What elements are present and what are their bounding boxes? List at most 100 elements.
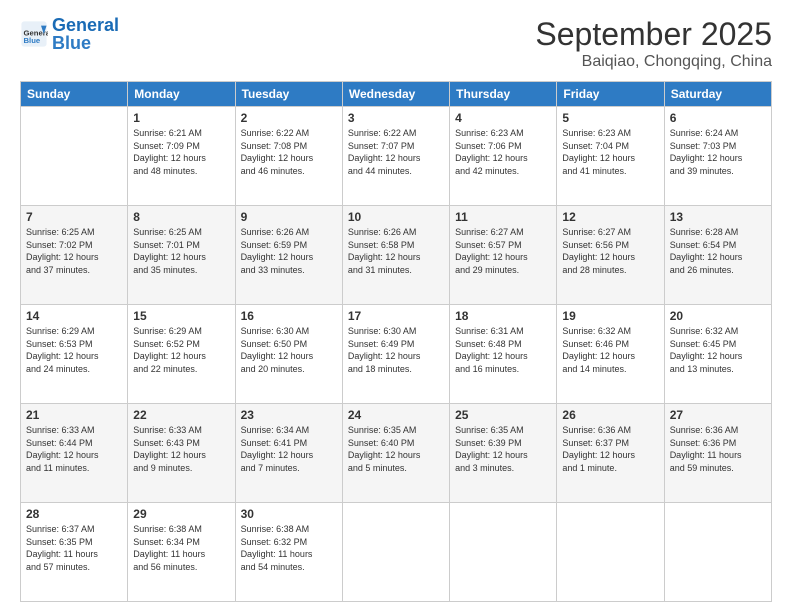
day-number: 3 (348, 111, 444, 125)
calendar-cell: 21 Sunrise: 6:33 AM Sunset: 6:44 PM Dayli… (21, 404, 128, 503)
day-number: 5 (562, 111, 658, 125)
day-info: Sunrise: 6:31 AM Sunset: 6:48 PM Dayligh… (455, 325, 551, 375)
header-wednesday: Wednesday (342, 82, 449, 107)
page: General Blue General Blue September 2025… (0, 0, 792, 612)
day-number: 8 (133, 210, 229, 224)
day-number: 28 (26, 507, 122, 521)
day-number: 20 (670, 309, 766, 323)
day-number: 27 (670, 408, 766, 422)
calendar-cell: 13 Sunrise: 6:28 AM Sunset: 6:54 PM Dayli… (664, 206, 771, 305)
day-info: Sunrise: 6:23 AM Sunset: 7:04 PM Dayligh… (562, 127, 658, 177)
calendar-cell: 28 Sunrise: 6:37 AM Sunset: 6:35 PM Dayli… (21, 503, 128, 602)
calendar-cell: 17 Sunrise: 6:30 AM Sunset: 6:49 PM Dayli… (342, 305, 449, 404)
location: Baiqiao, Chongqing, China (535, 53, 772, 71)
day-number: 4 (455, 111, 551, 125)
day-info: Sunrise: 6:37 AM Sunset: 6:35 PM Dayligh… (26, 523, 122, 573)
day-info: Sunrise: 6:30 AM Sunset: 6:49 PM Dayligh… (348, 325, 444, 375)
day-number: 16 (241, 309, 337, 323)
day-info: Sunrise: 6:35 AM Sunset: 6:40 PM Dayligh… (348, 424, 444, 474)
day-info: Sunrise: 6:33 AM Sunset: 6:43 PM Dayligh… (133, 424, 229, 474)
day-info: Sunrise: 6:28 AM Sunset: 6:54 PM Dayligh… (670, 226, 766, 276)
day-info: Sunrise: 6:36 AM Sunset: 6:36 PM Dayligh… (670, 424, 766, 474)
calendar-cell: 10 Sunrise: 6:26 AM Sunset: 6:58 PM Dayli… (342, 206, 449, 305)
day-number: 30 (241, 507, 337, 521)
calendar-cell: 1 Sunrise: 6:21 AM Sunset: 7:09 PM Daylig… (128, 107, 235, 206)
calendar-cell: 30 Sunrise: 6:38 AM Sunset: 6:32 PM Dayli… (235, 503, 342, 602)
day-info: Sunrise: 6:26 AM Sunset: 6:58 PM Dayligh… (348, 226, 444, 276)
day-info: Sunrise: 6:27 AM Sunset: 6:56 PM Dayligh… (562, 226, 658, 276)
calendar-cell: 5 Sunrise: 6:23 AM Sunset: 7:04 PM Daylig… (557, 107, 664, 206)
day-info: Sunrise: 6:36 AM Sunset: 6:37 PM Dayligh… (562, 424, 658, 474)
calendar-cell: 22 Sunrise: 6:33 AM Sunset: 6:43 PM Dayli… (128, 404, 235, 503)
calendar-cell (21, 107, 128, 206)
header-friday: Friday (557, 82, 664, 107)
day-info: Sunrise: 6:38 AM Sunset: 6:34 PM Dayligh… (133, 523, 229, 573)
day-number: 18 (455, 309, 551, 323)
calendar-cell: 14Sunrise: 6:29 AM Sunset: 6:53 PM Dayli… (21, 305, 128, 404)
day-info: Sunrise: 6:32 AM Sunset: 6:46 PM Dayligh… (562, 325, 658, 375)
day-number: 29 (133, 507, 229, 521)
svg-text:Blue: Blue (24, 36, 41, 45)
day-number: 12 (562, 210, 658, 224)
header: General Blue General Blue September 2025… (20, 16, 772, 71)
header-monday: Monday (128, 82, 235, 107)
day-info: Sunrise: 6:23 AM Sunset: 7:06 PM Dayligh… (455, 127, 551, 177)
title-block: September 2025 Baiqiao, Chongqing, China (535, 16, 772, 71)
calendar-cell: 24 Sunrise: 6:35 AM Sunset: 6:40 PM Dayli… (342, 404, 449, 503)
day-number: 22 (133, 408, 229, 422)
calendar-week-5: 28 Sunrise: 6:37 AM Sunset: 6:35 PM Dayli… (21, 503, 772, 602)
day-info: Sunrise: 6:26 AM Sunset: 6:59 PM Dayligh… (241, 226, 337, 276)
day-number: 17 (348, 309, 444, 323)
day-number: 10 (348, 210, 444, 224)
calendar-week-2: 7Sunrise: 6:25 AM Sunset: 7:02 PM Daylig… (21, 206, 772, 305)
calendar-cell: 19 Sunrise: 6:32 AM Sunset: 6:46 PM Dayli… (557, 305, 664, 404)
day-number: 26 (562, 408, 658, 422)
calendar-cell: 7Sunrise: 6:25 AM Sunset: 7:02 PM Daylig… (21, 206, 128, 305)
calendar-cell: 9 Sunrise: 6:26 AM Sunset: 6:59 PM Daylig… (235, 206, 342, 305)
calendar-week-4: 21 Sunrise: 6:33 AM Sunset: 6:44 PM Dayli… (21, 404, 772, 503)
day-number: 19 (562, 309, 658, 323)
day-info: Sunrise: 6:33 AM Sunset: 6:44 PM Dayligh… (26, 424, 122, 474)
calendar-cell: 11Sunrise: 6:27 AM Sunset: 6:57 PM Dayli… (450, 206, 557, 305)
calendar-cell: 18 Sunrise: 6:31 AM Sunset: 6:48 PM Dayli… (450, 305, 557, 404)
day-info: Sunrise: 6:25 AM Sunset: 7:01 PM Dayligh… (133, 226, 229, 276)
day-info: Sunrise: 6:29 AM Sunset: 6:52 PM Dayligh… (133, 325, 229, 375)
calendar-table: Sunday Monday Tuesday Wednesday Thursday… (20, 81, 772, 602)
calendar-cell: 15Sunrise: 6:29 AM Sunset: 6:52 PM Dayli… (128, 305, 235, 404)
calendar-cell: 6Sunrise: 6:24 AM Sunset: 7:03 PM Daylig… (664, 107, 771, 206)
calendar-cell: 12 Sunrise: 6:27 AM Sunset: 6:56 PM Dayli… (557, 206, 664, 305)
calendar-cell: 4 Sunrise: 6:23 AM Sunset: 7:06 PM Daylig… (450, 107, 557, 206)
day-info: Sunrise: 6:30 AM Sunset: 6:50 PM Dayligh… (241, 325, 337, 375)
header-sunday: Sunday (21, 82, 128, 107)
calendar-cell: 16 Sunrise: 6:30 AM Sunset: 6:50 PM Dayli… (235, 305, 342, 404)
calendar-cell: 26 Sunrise: 6:36 AM Sunset: 6:37 PM Dayli… (557, 404, 664, 503)
day-info: Sunrise: 6:34 AM Sunset: 6:41 PM Dayligh… (241, 424, 337, 474)
logo-general: General (52, 16, 119, 34)
header-tuesday: Tuesday (235, 82, 342, 107)
day-number: 13 (670, 210, 766, 224)
month-title: September 2025 (535, 16, 772, 53)
day-number: 24 (348, 408, 444, 422)
calendar-cell: 3Sunrise: 6:22 AM Sunset: 7:07 PM Daylig… (342, 107, 449, 206)
calendar-cell: 29 Sunrise: 6:38 AM Sunset: 6:34 PM Dayli… (128, 503, 235, 602)
day-number: 23 (241, 408, 337, 422)
calendar-cell (664, 503, 771, 602)
calendar-cell: 20 Sunrise: 6:32 AM Sunset: 6:45 PM Dayli… (664, 305, 771, 404)
day-number: 21 (26, 408, 122, 422)
calendar-cell (450, 503, 557, 602)
day-number: 14 (26, 309, 122, 323)
header-thursday: Thursday (450, 82, 557, 107)
day-number: 1 (133, 111, 229, 125)
day-info: Sunrise: 6:24 AM Sunset: 7:03 PM Dayligh… (670, 127, 766, 177)
day-info: Sunrise: 6:32 AM Sunset: 6:45 PM Dayligh… (670, 325, 766, 375)
day-info: Sunrise: 6:22 AM Sunset: 7:08 PM Dayligh… (241, 127, 337, 177)
calendar-cell (342, 503, 449, 602)
day-info: Sunrise: 6:35 AM Sunset: 6:39 PM Dayligh… (455, 424, 551, 474)
day-info: Sunrise: 6:38 AM Sunset: 6:32 PM Dayligh… (241, 523, 337, 573)
day-number: 9 (241, 210, 337, 224)
day-number: 25 (455, 408, 551, 422)
day-number: 7 (26, 210, 122, 224)
calendar-week-1: 1 Sunrise: 6:21 AM Sunset: 7:09 PM Daylig… (21, 107, 772, 206)
logo: General Blue General Blue (20, 16, 119, 52)
day-info: Sunrise: 6:21 AM Sunset: 7:09 PM Dayligh… (133, 127, 229, 177)
